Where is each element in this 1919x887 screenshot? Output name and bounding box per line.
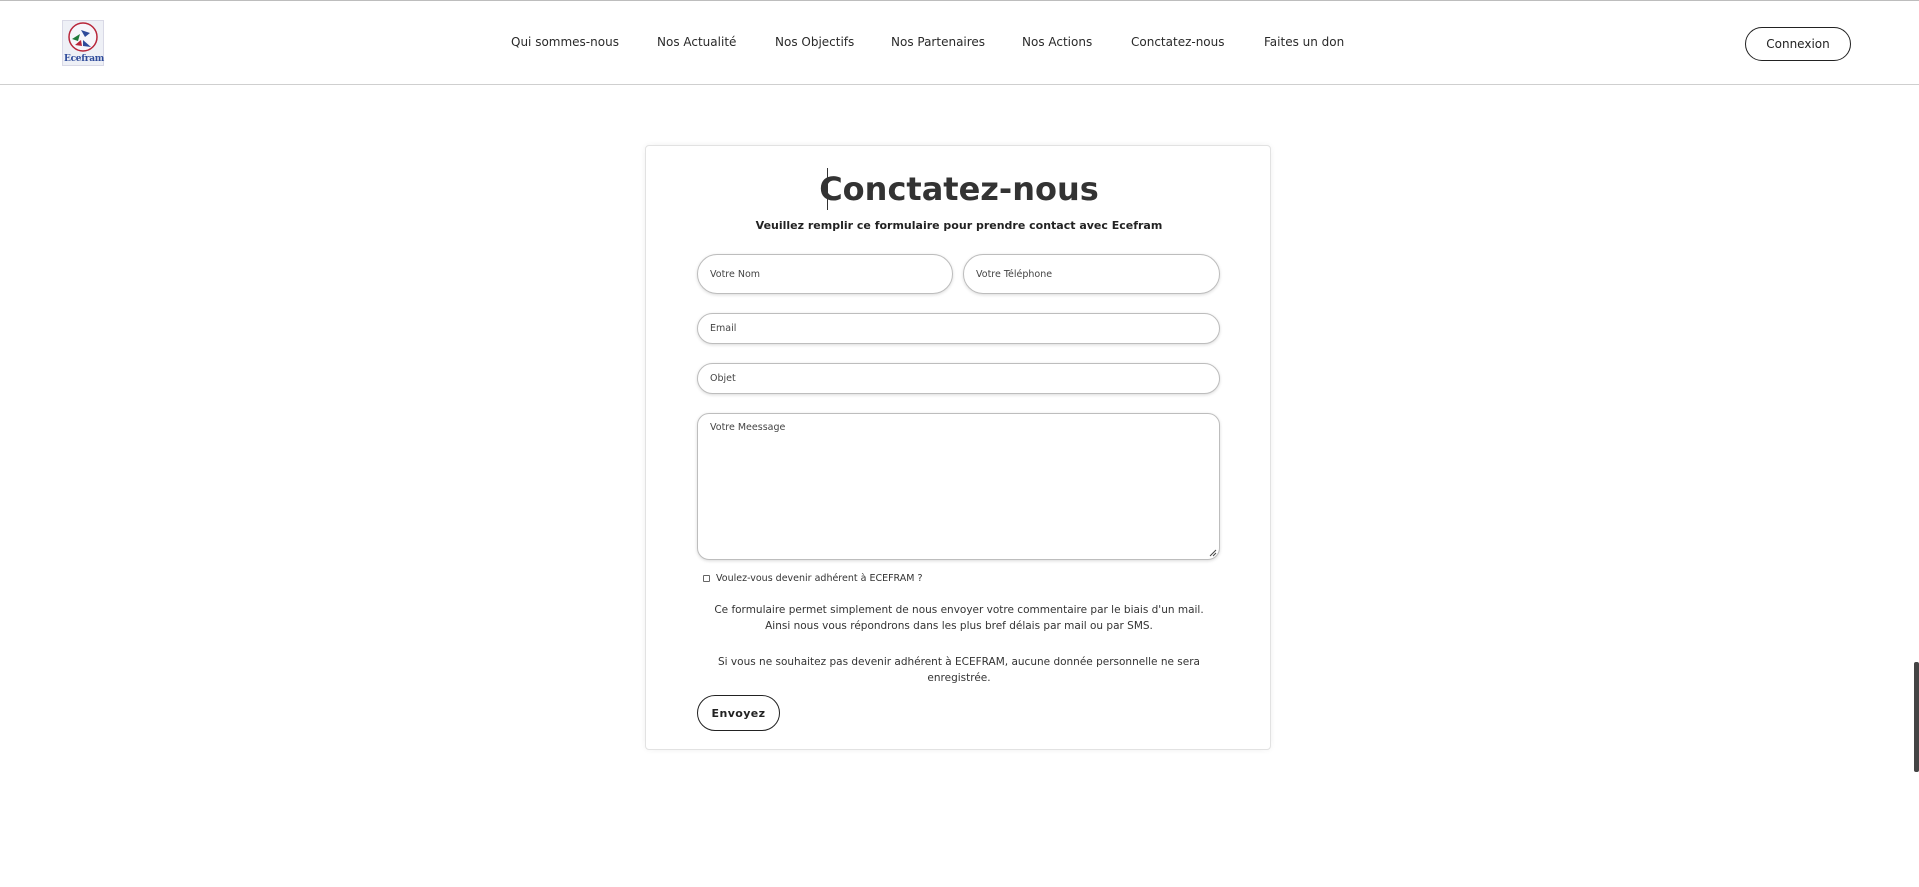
submit-button[interactable]: Envoyez (697, 695, 780, 731)
nav-actions[interactable]: Nos Actions (1022, 35, 1092, 49)
message-textarea[interactable] (697, 413, 1220, 560)
name-input[interactable] (697, 254, 953, 294)
scrollbar-thumb[interactable] (1914, 662, 1919, 772)
member-checkbox[interactable] (703, 574, 710, 582)
member-checkbox-label[interactable]: Voulez-vous devenir adhérent à ECEFRAM ? (716, 573, 923, 584)
resize-handle-icon[interactable] (1209, 549, 1217, 557)
page-title: Conctatez-nous (819, 170, 1099, 208)
subject-input[interactable] (697, 363, 1220, 394)
contact-form-card: Conctatez-nous Veuillez remplir ce formu… (645, 145, 1271, 750)
ecefram-logo[interactable]: Ecefram (62, 20, 104, 66)
logo-emblem-icon (68, 22, 98, 52)
phone-input[interactable] (963, 254, 1220, 294)
form-info-text: Ce formulaire permet simplement de nous … (714, 604, 1204, 632)
email-input[interactable] (697, 313, 1220, 344)
nav-objectifs[interactable]: Nos Objectifs (775, 35, 854, 49)
nav-actualite[interactable]: Nos Actualité (657, 35, 736, 49)
privacy-info-text: Si vous ne souhaitez pas devenir adhéren… (718, 656, 1200, 684)
nav-don[interactable]: Faites un don (1264, 35, 1344, 49)
form-subtitle: Veuillez remplir ce formulaire pour pren… (755, 219, 1163, 232)
nav-partenaires[interactable]: Nos Partenaires (891, 35, 985, 49)
site-header: Ecefram Qui sommes-nous Nos Actualité No… (0, 0, 1919, 85)
member-checkbox-row: Voulez-vous devenir adhérent à ECEFRAM ? (703, 571, 923, 585)
login-button[interactable]: Connexion (1745, 27, 1851, 61)
logo-text: Ecefram (64, 54, 104, 64)
nav-contact[interactable]: Conctatez-nous (1131, 35, 1225, 49)
nav-qui-sommes-nous[interactable]: Qui sommes-nous (511, 35, 619, 49)
text-cursor (827, 168, 828, 210)
